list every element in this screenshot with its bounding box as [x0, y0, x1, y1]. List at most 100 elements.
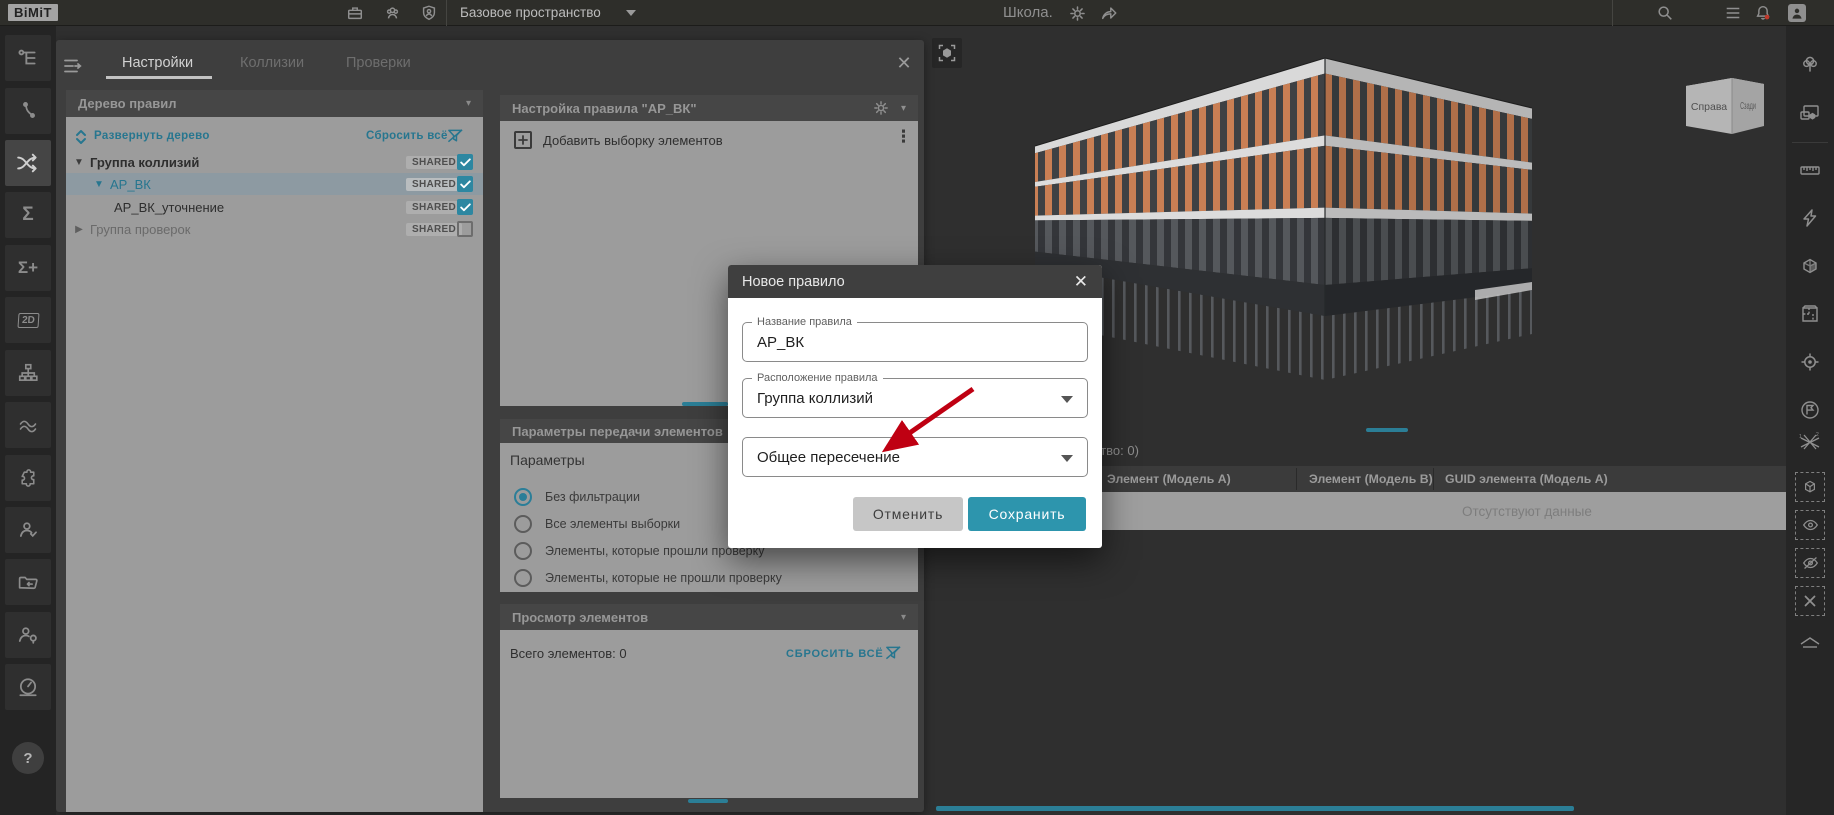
tab-settings[interactable]: Настройки [116, 54, 199, 72]
project-settings-gear-icon[interactable] [1066, 2, 1088, 24]
vegetation-tree-icon[interactable] [1798, 52, 1822, 76]
briefcase-icon[interactable] [344, 2, 366, 24]
rule-location-select[interactable]: Группа коллизий [742, 378, 1088, 418]
flag-marker-icon[interactable] [1798, 398, 1822, 422]
kebab-menu-icon[interactable]: ⋮ [895, 127, 912, 147]
collisions-tool-icon[interactable] [5, 140, 51, 186]
modal-close-icon[interactable]: ✕ [1074, 272, 1088, 292]
radio-option-no-filter[interactable]: Без фильтрации [514, 488, 640, 506]
radio-icon[interactable] [514, 542, 532, 560]
structure-chart-icon[interactable] [5, 350, 51, 396]
tree-row-ar-vk[interactable]: ▼ АР_ВК SHARED [66, 173, 483, 195]
team-icon[interactable] [381, 2, 403, 24]
elements-preview-header[interactable]: Просмотр элементов ▾ [500, 604, 918, 630]
twisty-down-icon[interactable]: ▼ [72, 157, 86, 168]
sigma-plus-icon[interactable]: Σ+ [5, 245, 51, 291]
locate-target-icon[interactable] [1798, 350, 1822, 374]
select-caret-icon[interactable] [1061, 396, 1073, 403]
shared-checkbox-unchecked[interactable] [457, 221, 473, 237]
shared-checkbox-checked[interactable] [457, 199, 473, 215]
save-button[interactable]: Сохранить [968, 497, 1086, 531]
rule-name-input[interactable] [742, 322, 1088, 362]
rule-type-select[interactable]: Общее пересечение [742, 437, 1088, 477]
workspace-selector[interactable]: Базовое пространство [460, 5, 601, 20]
2d-view-icon[interactable]: 2D [5, 297, 51, 343]
shared-checkbox-checked[interactable] [457, 176, 473, 192]
collapse-caret-icon[interactable]: ▾ [466, 98, 471, 109]
floorplan-icon[interactable] [1798, 302, 1822, 326]
add-selection-label[interactable]: Добавить выборку элементов [543, 133, 723, 148]
view-cube[interactable]: Справа Сзади [1680, 64, 1768, 140]
expand-tree-icon[interactable] [74, 129, 90, 145]
twisty-down-icon[interactable]: ▼ [92, 179, 106, 190]
viewport-select-mode-icon[interactable] [932, 38, 962, 68]
column-header-guid-a[interactable]: GUID элемента (Модель А) [1445, 466, 1608, 492]
user-check-icon[interactable] [5, 507, 51, 553]
ruler-icon[interactable] [1798, 158, 1822, 182]
twisty-right-icon[interactable]: ▶ [72, 224, 86, 235]
select-caret-icon[interactable] [1061, 455, 1073, 462]
user-avatar[interactable] [1788, 4, 1806, 22]
radio-icon[interactable] [514, 569, 532, 587]
cancel-button[interactable]: Отменить [853, 497, 963, 531]
workspace-caret-icon[interactable] [626, 10, 636, 16]
model-tree-icon[interactable] [5, 35, 51, 81]
roof-mode-icon[interactable] [1798, 630, 1822, 654]
clash-flash-icon[interactable] [1798, 206, 1822, 230]
plugins-puzzle-icon[interactable] [5, 455, 51, 501]
trends-icon[interactable] [5, 402, 51, 448]
reset-all-link[interactable]: Сбросить всё [366, 130, 448, 142]
empty-data-text: Отсутствуют данные [1462, 503, 1592, 519]
project-title: Школа. [1003, 4, 1053, 21]
reset-filter-icon[interactable] [447, 128, 464, 144]
rule-tree-title: Дерево правил [78, 96, 177, 111]
shield-user-icon[interactable] [418, 2, 440, 24]
rule-tree-header[interactable]: Дерево правил ▾ [66, 90, 483, 117]
tree-row-checks-group[interactable]: ▶ Группа проверок SHARED [66, 218, 483, 240]
radio-option-all-elements[interactable]: Все элементы выборки [514, 515, 680, 533]
shared-checkbox-checked[interactable] [457, 154, 473, 170]
h-scrollbar-thumb-viewport[interactable] [936, 806, 1574, 811]
reset-all-uppercase-link[interactable]: СБРОСИТЬ ВСЁ [786, 648, 884, 660]
tab-checks[interactable]: Проверки [340, 54, 417, 72]
hide-elements-eye-slash-icon[interactable] [1795, 548, 1825, 578]
section-box-icon[interactable] [1798, 254, 1822, 278]
column-header-element-b[interactable]: Элемент (Модель B) [1309, 466, 1433, 492]
radio-icon[interactable] [514, 515, 532, 533]
clear-selection-icon[interactable] [1795, 586, 1825, 616]
notifications-bell-icon[interactable] [1752, 2, 1774, 24]
help-button[interactable]: ? [12, 742, 44, 774]
rule-settings-gear-icon[interactable] [873, 100, 889, 116]
radio-selected-icon[interactable] [514, 488, 532, 506]
gauge-icon[interactable] [5, 664, 51, 710]
collapse-caret-icon[interactable]: ▾ [901, 103, 906, 114]
expand-tree-link[interactable]: Развернуть дерево [94, 130, 210, 142]
h-scrollbar-thumb-settings[interactable] [682, 402, 728, 406]
search-icon[interactable] [1654, 2, 1676, 24]
radio-option-passed[interactable]: Элементы, которые прошли проверку [514, 542, 765, 560]
reset-filter-icon[interactable] [885, 645, 902, 661]
xray-mode-icon[interactable]: 12 [1798, 430, 1822, 454]
list-icon[interactable] [1722, 2, 1744, 24]
tab-collisions[interactable]: Коллизии [234, 54, 310, 72]
panel-menu-icon[interactable] [62, 56, 86, 76]
radio-option-failed[interactable]: Элементы, которые не прошли проверку [514, 569, 782, 587]
show-elements-eye-icon[interactable] [1795, 510, 1825, 540]
h-scrollbar-thumb-table[interactable] [1366, 428, 1408, 432]
add-selection-plus-icon[interactable] [514, 131, 532, 149]
top-bar: BiMiT Базовое пространство Школа. [0, 0, 1834, 26]
column-header-element-a[interactable]: Элемент (Модель А) [1107, 466, 1231, 492]
collapse-caret-icon[interactable]: ▾ [901, 612, 906, 623]
rule-settings-header[interactable]: Настройка правила "АР_ВК" ▾ [500, 95, 918, 121]
sigma-icon[interactable]: Σ [5, 192, 51, 238]
panel-close-icon[interactable]: ✕ [894, 53, 914, 73]
tree-row-collision-group[interactable]: ▼ Группа коллизий SHARED [66, 151, 483, 173]
isolate-box-icon[interactable] [1795, 472, 1825, 502]
share-icon[interactable] [1098, 2, 1120, 24]
user-location-icon[interactable] [5, 612, 51, 658]
tree-row-ar-vk-refine[interactable]: АР_ВК_уточнение SHARED [66, 196, 483, 218]
select-node-icon[interactable] [5, 88, 51, 134]
folder-import-icon[interactable] [5, 559, 51, 605]
h-scrollbar-thumb-preview[interactable] [688, 799, 728, 803]
selection-sets-icon[interactable] [1798, 102, 1822, 126]
